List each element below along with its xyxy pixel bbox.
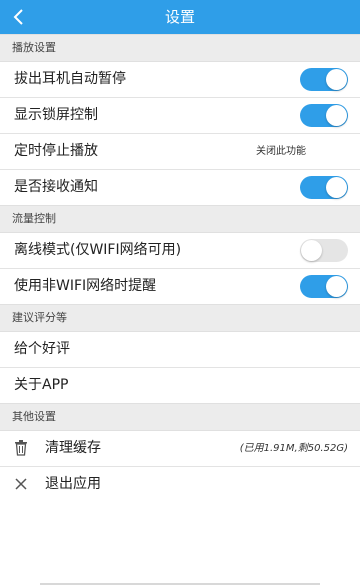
section-header-playback: 播放设置 bbox=[0, 34, 360, 62]
toggle-knob bbox=[301, 240, 322, 261]
close-icon bbox=[15, 478, 27, 490]
rate-label: 给个好评 bbox=[14, 341, 70, 357]
row-about[interactable]: 关于APP bbox=[0, 368, 360, 403]
row-notifications: 是否接收通知 bbox=[0, 170, 360, 205]
row-clear-cache[interactable]: 清理缓存 (已用1.91M,剩50.52G) bbox=[0, 431, 360, 467]
auto-pause-label: 拔出耳机自动暂停 bbox=[14, 71, 126, 87]
top-bar: 设置 bbox=[0, 0, 360, 34]
row-lock-screen: 显示锁屏控制 bbox=[0, 98, 360, 134]
row-offline-mode: 离线模式(仅WIFI网络可用) bbox=[0, 233, 360, 269]
offline-mode-label: 离线模式(仅WIFI网络可用) bbox=[14, 242, 182, 258]
exit-label: 退出应用 bbox=[45, 476, 101, 492]
offline-mode-toggle[interactable] bbox=[300, 239, 348, 262]
notifications-label: 是否接收通知 bbox=[14, 179, 98, 195]
lock-screen-toggle[interactable] bbox=[300, 104, 348, 127]
page-title: 设置 bbox=[164, 8, 195, 26]
toggle-knob bbox=[326, 69, 347, 90]
toggle-knob bbox=[326, 276, 347, 297]
clear-cache-label: 清理缓存 bbox=[45, 440, 101, 456]
lock-screen-label: 显示锁屏控制 bbox=[14, 107, 98, 123]
row-exit[interactable]: 退出应用 bbox=[0, 467, 360, 502]
notifications-toggle[interactable] bbox=[300, 176, 348, 199]
toggle-knob bbox=[326, 177, 347, 198]
auto-pause-toggle[interactable] bbox=[300, 68, 348, 91]
cache-usage-value: (已用1.91M,剩50.52G) bbox=[239, 443, 348, 454]
timer-stop-value: 关闭此功能 bbox=[256, 146, 306, 157]
section-header-traffic: 流量控制 bbox=[0, 205, 360, 233]
row-rate[interactable]: 给个好评 bbox=[0, 332, 360, 368]
about-label: 关于APP bbox=[14, 377, 69, 393]
trash-icon bbox=[15, 440, 27, 456]
row-timer-stop[interactable]: 定时停止播放 关闭此功能 bbox=[0, 134, 360, 170]
timer-stop-label: 定时停止播放 bbox=[14, 143, 98, 159]
toggle-knob bbox=[326, 105, 347, 126]
row-non-wifi-alert: 使用非WIFI网络时提醒 bbox=[0, 269, 360, 304]
section-header-suggest: 建议评分等 bbox=[0, 304, 360, 332]
row-auto-pause: 拔出耳机自动暂停 bbox=[0, 62, 360, 98]
non-wifi-alert-label: 使用非WIFI网络时提醒 bbox=[14, 278, 157, 294]
section-header-other: 其他设置 bbox=[0, 403, 360, 431]
non-wifi-alert-toggle[interactable] bbox=[300, 275, 348, 298]
